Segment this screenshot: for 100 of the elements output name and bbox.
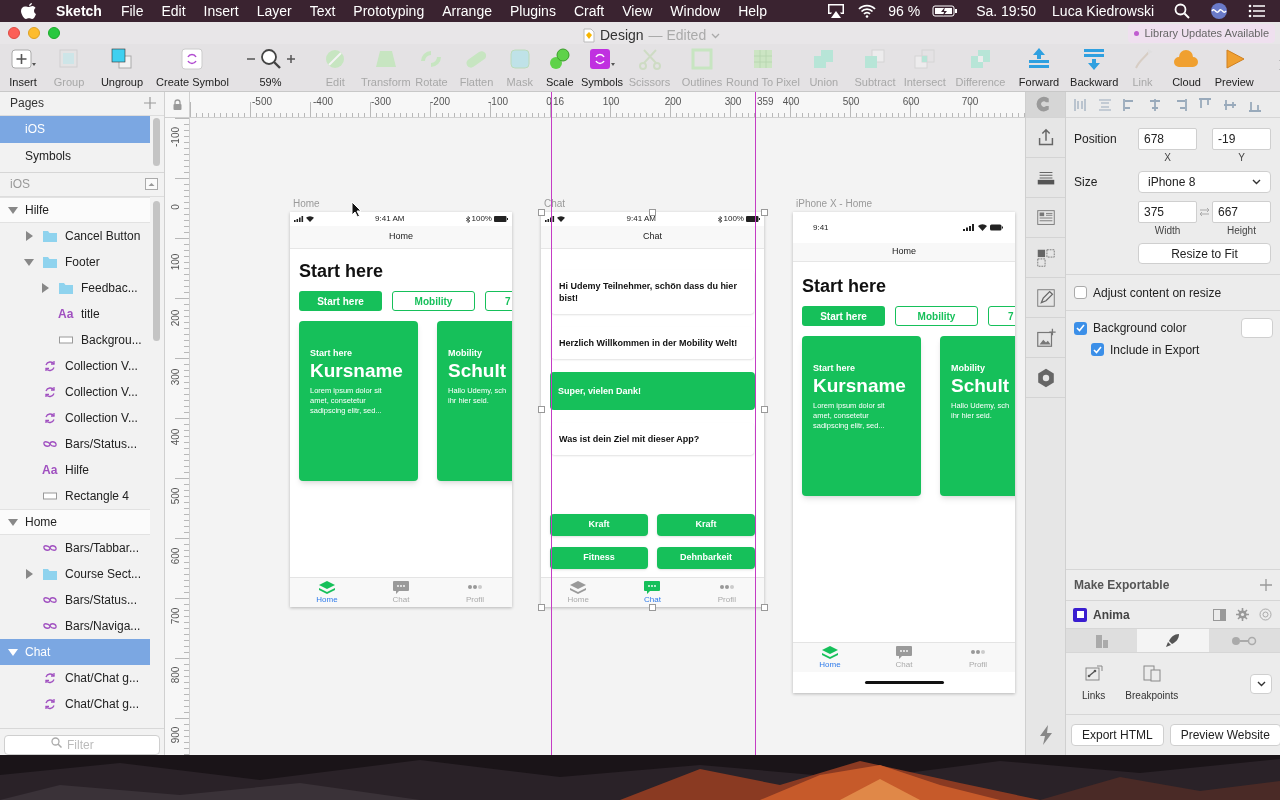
tree-row[interactable]: Bars/Naviga... — [0, 612, 150, 639]
toolbar-button[interactable]: Ungroup — [100, 47, 144, 91]
menu-item[interactable]: Prototyping — [353, 0, 425, 22]
tree-row[interactable]: Footer — [0, 248, 150, 275]
disclosure-triangle-icon[interactable] — [24, 256, 34, 267]
minimize-button[interactable] — [28, 27, 40, 39]
plugin-button[interactable]: Export HTML — [1071, 724, 1164, 746]
tab-item[interactable]: Chat — [632, 581, 673, 604]
toolbar-button[interactable]: Preview — [1214, 47, 1254, 91]
search-icon[interactable] — [259, 48, 282, 70]
siri-icon[interactable] — [1210, 2, 1228, 20]
add-icon[interactable] — [1260, 579, 1272, 591]
toolbar-button[interactable]: Create Symbol — [156, 47, 229, 91]
color-swatch[interactable] — [1241, 318, 1273, 338]
dropdown-button[interactable] — [1250, 673, 1272, 694]
tree-row[interactable]: Collection V... — [0, 404, 150, 431]
toolbar-button[interactable]: Symbols — [580, 47, 624, 91]
link-arrows-icon[interactable] — [1197, 207, 1212, 217]
plus-icon[interactable] — [285, 54, 296, 64]
tree-row[interactable]: Bars/Tabbar... — [0, 534, 150, 561]
resize-handle[interactable] — [760, 208, 768, 216]
menu-item[interactable]: File — [120, 0, 144, 22]
number-field[interactable]: -19 — [1212, 128, 1271, 150]
align-icon[interactable] — [1147, 96, 1163, 113]
resize-handle[interactable] — [649, 603, 656, 611]
resize-handle[interactable] — [537, 603, 545, 611]
menu-item[interactable]: Plugins — [510, 0, 556, 22]
menu-item[interactable]: Layer — [256, 0, 292, 22]
tree-row[interactable]: Rectangle 4 — [0, 482, 150, 509]
tree-row[interactable]: Hilfe — [0, 196, 150, 223]
size-dropdown[interactable]: iPhone 8 — [1138, 171, 1271, 193]
panel-icon[interactable] — [1213, 608, 1226, 621]
list-icon[interactable] — [1248, 4, 1266, 18]
tree-row[interactable]: Aa title — [0, 300, 150, 327]
collapse-icon[interactable] — [145, 178, 158, 191]
checkbox[interactable] — [1074, 321, 1087, 335]
toolbar-button[interactable]: 59% — [245, 47, 296, 91]
add-icon[interactable] — [144, 97, 156, 110]
user-name[interactable]: Luca Kiedrowski — [1052, 0, 1154, 22]
battery-icon[interactable] — [932, 5, 959, 17]
disclosure-triangle-icon[interactable] — [40, 282, 50, 293]
resize-handle[interactable] — [537, 406, 545, 413]
toolbar-button[interactable]: Forward — [1018, 47, 1060, 91]
scrollbar-thumb[interactable] — [153, 200, 160, 341]
align-icon[interactable] — [1072, 96, 1088, 113]
library-notice[interactable]: Library Updates Available — [1128, 23, 1275, 43]
menu-item[interactable]: Insert — [203, 0, 239, 22]
disclosure-triangle-icon[interactable] — [8, 204, 18, 215]
filter-field[interactable]: Filter — [4, 735, 160, 756]
disclosure-triangle-icon[interactable] — [24, 568, 34, 579]
checkbox[interactable] — [1091, 343, 1104, 356]
tree-row[interactable]: Chat/Chat g... — [0, 690, 150, 717]
toolbar-button[interactable]: Scale — [545, 47, 574, 91]
tree-row[interactable]: Collection V... — [0, 352, 150, 379]
tree-row[interactable]: Home — [0, 508, 150, 535]
number-field[interactable]: 667 — [1212, 201, 1271, 223]
lock-icon[interactable] — [172, 99, 182, 110]
menu-item[interactable]: Window — [670, 0, 721, 22]
target-icon[interactable] — [1259, 608, 1272, 621]
tree-row[interactable]: Cancel Button — [0, 222, 150, 249]
tab-item[interactable]: Home — [307, 581, 347, 604]
resize-handle[interactable] — [760, 603, 768, 611]
scrollbar-thumb[interactable] — [153, 117, 160, 166]
menu-item[interactable]: Sketch — [56, 0, 102, 22]
tree-row[interactable]: Backgrou... — [0, 326, 150, 353]
plugin-tab[interactable] — [1137, 629, 1209, 652]
menu-item[interactable]: Craft — [573, 0, 605, 22]
resize-handle[interactable] — [649, 208, 656, 216]
toolbar-button[interactable]: Cloud — [1172, 47, 1201, 91]
tree-row[interactable]: Bars/Status... — [0, 430, 150, 457]
disclosure-triangle-icon[interactable] — [24, 230, 34, 241]
menu-item[interactable]: Help — [738, 0, 767, 22]
disclosure-triangle-icon[interactable] — [8, 646, 18, 657]
tree-row[interactable]: Collection V... — [0, 378, 150, 405]
close-button[interactable] — [8, 27, 20, 39]
menu-item[interactable]: Edit — [161, 0, 186, 22]
artboard[interactable] — [541, 212, 764, 607]
apple-icon[interactable] — [21, 2, 37, 20]
tree-row[interactable]: Bars/Status... — [0, 586, 150, 613]
page-item[interactable]: Symbols — [0, 142, 150, 170]
add-image-icon[interactable] — [1034, 326, 1057, 349]
disclosure-triangle-icon[interactable] — [8, 516, 18, 527]
menu-item[interactable]: View — [622, 0, 653, 22]
lightning-icon[interactable] — [1038, 725, 1053, 745]
settings-icon[interactable] — [1236, 608, 1249, 621]
resize-handle[interactable] — [537, 208, 545, 216]
number-field[interactable]: 375 — [1138, 201, 1197, 223]
chevron-icon[interactable] — [711, 32, 721, 39]
edit-frame-icon[interactable] — [1034, 286, 1057, 309]
zoom-button[interactable] — [48, 27, 60, 39]
menu-item[interactable]: Arrange — [442, 0, 492, 22]
tab-item[interactable]: Home — [810, 646, 850, 669]
toolbar-button[interactable]: Insert — [9, 47, 37, 91]
plugin-tool-button[interactable]: Links — [1082, 664, 1106, 703]
plugin-tool-button[interactable]: Breakpoints — [1125, 664, 1179, 703]
menu-item[interactable]: Text — [309, 0, 336, 22]
tree-row[interactable]: Aa Hilfe — [0, 456, 150, 483]
tree-row[interactable]: Chat/Chat g... — [0, 664, 150, 691]
airplay-icon[interactable] — [826, 3, 847, 19]
component-icon[interactable] — [1034, 246, 1057, 269]
